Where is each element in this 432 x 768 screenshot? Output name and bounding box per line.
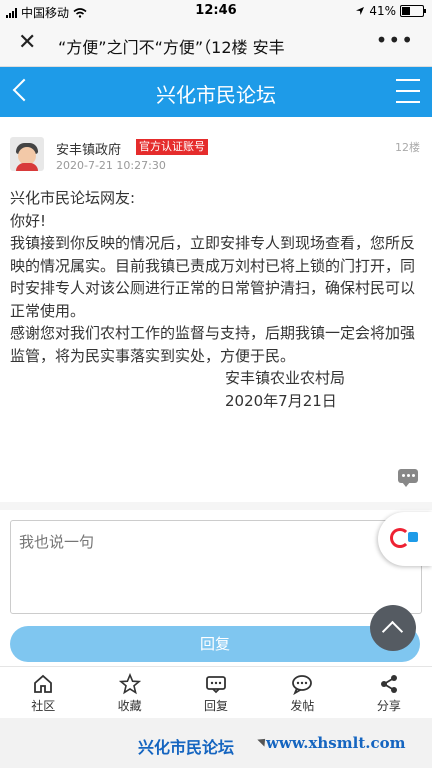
tab-label: 收藏 <box>117 699 142 713</box>
app-header: 兴化市民论坛 <box>0 67 432 117</box>
menu-icon[interactable] <box>396 79 420 103</box>
footer-url: www.xhsmlt.com <box>266 734 406 752</box>
share-icon <box>380 675 397 693</box>
tab-label: 分享 <box>376 699 401 713</box>
chat-bubble-icon <box>292 675 313 695</box>
post-date: 2020-7-21 10:27:30 <box>56 159 166 172</box>
message-icon <box>206 676 226 694</box>
close-icon[interactable]: ✕ <box>18 30 36 55</box>
tab-label: 社区 <box>31 699 56 713</box>
reply-input-box[interactable] <box>10 520 422 614</box>
status-right: 41% <box>355 4 426 18</box>
battery-percent: 41% <box>369 4 396 18</box>
post-body: 兴化市民论坛网友: 你好! 我镇接到你反映的情况后，立即安排专人到现场查看，您所… <box>10 187 420 412</box>
status-bar: 中国移动 12:46 41% <box>0 0 432 22</box>
logo-square-icon <box>408 532 418 542</box>
browser-page-title: “方便”之门不“方便”（12楼 安丰 <box>58 38 285 57</box>
signature-org: 安丰镇农业农村局 <box>225 369 346 387</box>
tab-label: 发帖 <box>290 699 315 713</box>
tab-share[interactable]: 分享 <box>346 667 432 719</box>
app-title: 兴化市民论坛 <box>156 83 276 107</box>
post-paragraph: 感谢您对我们农村工作的监督与支持，后期我镇一定会将加强监管，将为民实事落实到实处… <box>10 324 416 365</box>
star-icon <box>118 673 141 695</box>
tab-reply[interactable]: 回复 <box>173 667 259 719</box>
post-paragraph: 你好! <box>10 211 47 230</box>
tab-community[interactable]: 社区 <box>0 667 86 719</box>
battery-level <box>402 7 411 15</box>
watermark-footer: 兴化市民论坛 www.xhsmlt.com <box>0 718 432 768</box>
battery-icon <box>400 5 426 17</box>
signature-date: 2020年7月21日 <box>225 391 337 410</box>
post-paragraph: 我镇接到你反映的情况后，立即安排专人到现场查看，您所反映的情况属实。目前我镇已责… <box>10 234 416 320</box>
comment-icon[interactable] <box>398 469 418 487</box>
verified-badge: 官方认证账号 <box>136 139 208 155</box>
tab-post[interactable]: 发帖 <box>259 667 345 719</box>
scroll-to-top-button[interactable] <box>370 605 416 651</box>
footer-site-name: 兴化市民论坛 <box>138 738 235 757</box>
tab-label: 回复 <box>204 699 229 713</box>
bottom-tabbar: 社区 收藏 回复 发帖 分享 <box>0 666 432 719</box>
post-author[interactable]: 安丰镇政府 <box>56 139 121 158</box>
floor-number: 12楼 <box>395 141 420 154</box>
tab-favorite[interactable]: 收藏 <box>86 667 172 719</box>
reply-button[interactable]: 回复 <box>10 626 420 662</box>
more-options-icon[interactable]: ••• <box>376 28 414 52</box>
location-arrow-icon <box>356 7 365 15</box>
logo-mark-icon <box>390 528 410 548</box>
floating-logo-button[interactable] <box>378 512 432 566</box>
section-divider <box>0 502 432 510</box>
browser-toolbar: ✕ “方便”之门不“方便”（12楼 安丰 ••• <box>0 22 432 67</box>
reply-post: 安丰镇政府 官方认证账号 2020-7-21 10:27:30 12楼 兴化市民… <box>0 117 432 502</box>
post-paragraph: 兴化市民论坛网友: <box>10 189 136 207</box>
avatar[interactable] <box>10 137 44 171</box>
reply-textarea[interactable] <box>11 521 421 613</box>
home-icon <box>34 674 53 693</box>
